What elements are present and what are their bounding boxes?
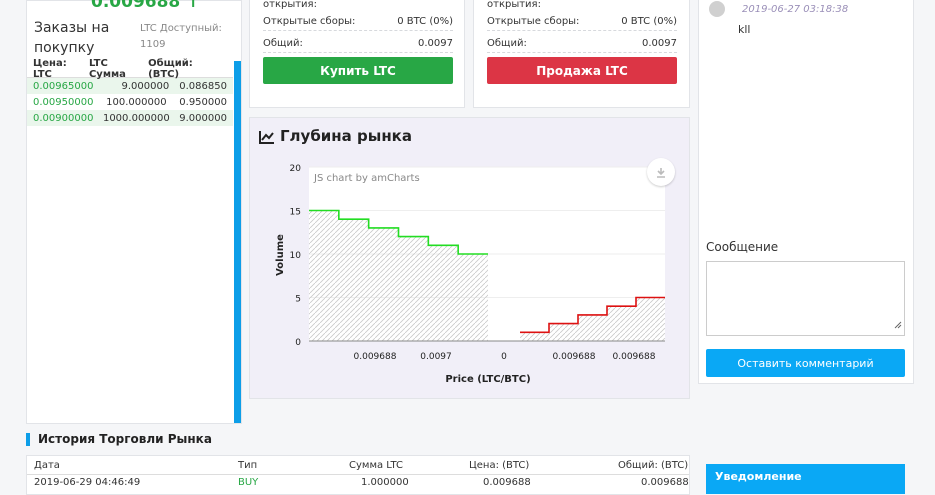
open-fees-label: Открытые сборы: [487, 16, 580, 27]
trade-date: 2019-06-29 04:46:49 [34, 477, 141, 488]
trade-history-table: Дата Тип Сумма LTC Цена: (BTC) Общий: (B… [26, 455, 690, 495]
x-axis-title: Price (LTC/BTC) [445, 374, 530, 385]
notice-title: Уведомление [715, 470, 802, 483]
order-amount: 1000.000000 [102, 112, 170, 124]
comments-panel: 2019-06-27 03:18:38 kll Сообщение Остави… [698, 0, 914, 384]
table-row[interactable]: 0.00950000 100.000000 0.950000 [27, 94, 233, 110]
comment-text: kll [738, 23, 751, 36]
table-header: Цена: LTC LTC Сумма Общий: (BTC) [27, 58, 233, 80]
sell-form: открытия: Открытые сборы: 0 BTC (0%) Общ… [473, 0, 690, 108]
open-fees-row: Открытые сборы: 0 BTC (0%) [263, 13, 453, 31]
depth-chart: 0 5 10 15 20 0.009688 0.0097 0 0.009688 0.009688 P… [275, 164, 665, 385]
order-price: 0.00900000 [33, 112, 94, 124]
total-label: Общий: [487, 38, 527, 49]
header-price: Цена: LTC [33, 58, 67, 80]
total-value: 0.0097 [642, 38, 677, 49]
x-tick-label: 0 [501, 352, 507, 362]
buy-orders-table: Цена: LTC LTC Сумма Общий: (BTC) 0.00965… [27, 58, 233, 126]
y-tick-label: 10 [290, 251, 302, 261]
table-divider [27, 474, 689, 475]
y-tick-label: 0 [295, 338, 301, 348]
current-price: 0.009688 ↑ [91, 0, 201, 12]
trade-total: 0.009688 [641, 477, 689, 488]
table-row[interactable]: 0.00965000 9.000000 0.086850 [27, 78, 233, 94]
x-tick-label: 0.009688 [553, 352, 596, 362]
trade-amount: 1.000000 [361, 477, 409, 488]
order-amount: 100.000000 [106, 96, 167, 108]
table-row[interactable]: 0.00900000 1000.000000 9.000000 [27, 110, 233, 126]
total-row: Общий: 0.0097 [263, 35, 453, 53]
order-total: 0.950000 [179, 96, 227, 108]
y-tick-label: 5 [295, 295, 301, 305]
total-row: Общий: 0.0097 [487, 35, 677, 53]
fee-label: открытия: [263, 0, 317, 10]
header-total: Общий: (BTC) [148, 58, 193, 80]
fee-label: открытия: [487, 0, 541, 10]
open-fees-label: Открытые сборы: [263, 16, 356, 27]
trade-type: BUY [238, 477, 259, 488]
total-value: 0.0097 [418, 38, 453, 49]
buy-orders-panel: 0.009688 ↑ Заказы на покупку LTC Доступн… [26, 0, 242, 424]
header-total: Общий: (BTC) [618, 460, 689, 471]
x-tick-label: 0.009688 [354, 352, 397, 362]
buy-ltc-button[interactable]: Купить LTC [263, 57, 453, 84]
message-label: Сообщение [706, 240, 779, 254]
x-tick-label: 0.009688 [613, 352, 656, 362]
sell-ltc-button[interactable]: Продажа LTC [487, 57, 677, 84]
order-amount: 9.000000 [121, 80, 170, 92]
order-total: 0.086850 [179, 80, 227, 92]
download-button[interactable] [647, 158, 675, 186]
y-tick-label: 15 [290, 208, 301, 218]
y-axis-title: Volume [275, 234, 286, 276]
buy-orders-title: Заказы на покупку [34, 20, 110, 56]
history-section-marker [26, 433, 30, 446]
header-amount: LTC Сумма [88, 58, 126, 80]
avatar [709, 1, 725, 17]
chart-credit: JS chart by amCharts [314, 173, 420, 184]
ltc-available-value: 1109 [140, 39, 166, 50]
ltc-available-label: LTC Доступный: [140, 23, 222, 34]
header-date: Дата [34, 460, 60, 471]
order-price: 0.00950000 [33, 96, 94, 108]
resize-handle-icon[interactable] [894, 314, 902, 333]
market-depth-panel: Глубина рынка 0 5 10 15 20 0.009688 0.0097 0 0.0… [249, 117, 690, 399]
trade-price: 0.009688 [483, 477, 531, 488]
buy-form: открытия: Открытые сборы: 0 BTC (0%) Общ… [249, 0, 465, 108]
notice-header: Уведомление [706, 464, 905, 494]
trade-history-title: История Торговли Рынка [38, 432, 212, 446]
order-price: 0.00965000 [33, 80, 94, 92]
download-icon [656, 163, 666, 182]
leave-comment-button[interactable]: Оставить комментарий [706, 349, 905, 377]
scrollbar[interactable] [234, 61, 241, 423]
total-label: Общий: [263, 38, 303, 49]
header-amount: Сумма LTC [349, 460, 403, 471]
message-textarea[interactable] [706, 261, 905, 336]
open-fees-value: 0 BTC (0%) [397, 16, 453, 27]
header-price: Цена: (BTC) [469, 460, 530, 471]
comment-timestamp: 2019-06-27 03:18:38 [742, 4, 849, 15]
x-tick-label: 0.0097 [420, 352, 452, 362]
open-fees-row: Открытые сборы: 0 BTC (0%) [487, 13, 677, 31]
open-fees-value: 0 BTC (0%) [621, 16, 677, 27]
y-tick-label: 20 [290, 164, 302, 174]
header-type: Тип [238, 460, 258, 471]
order-total: 9.000000 [179, 112, 227, 124]
